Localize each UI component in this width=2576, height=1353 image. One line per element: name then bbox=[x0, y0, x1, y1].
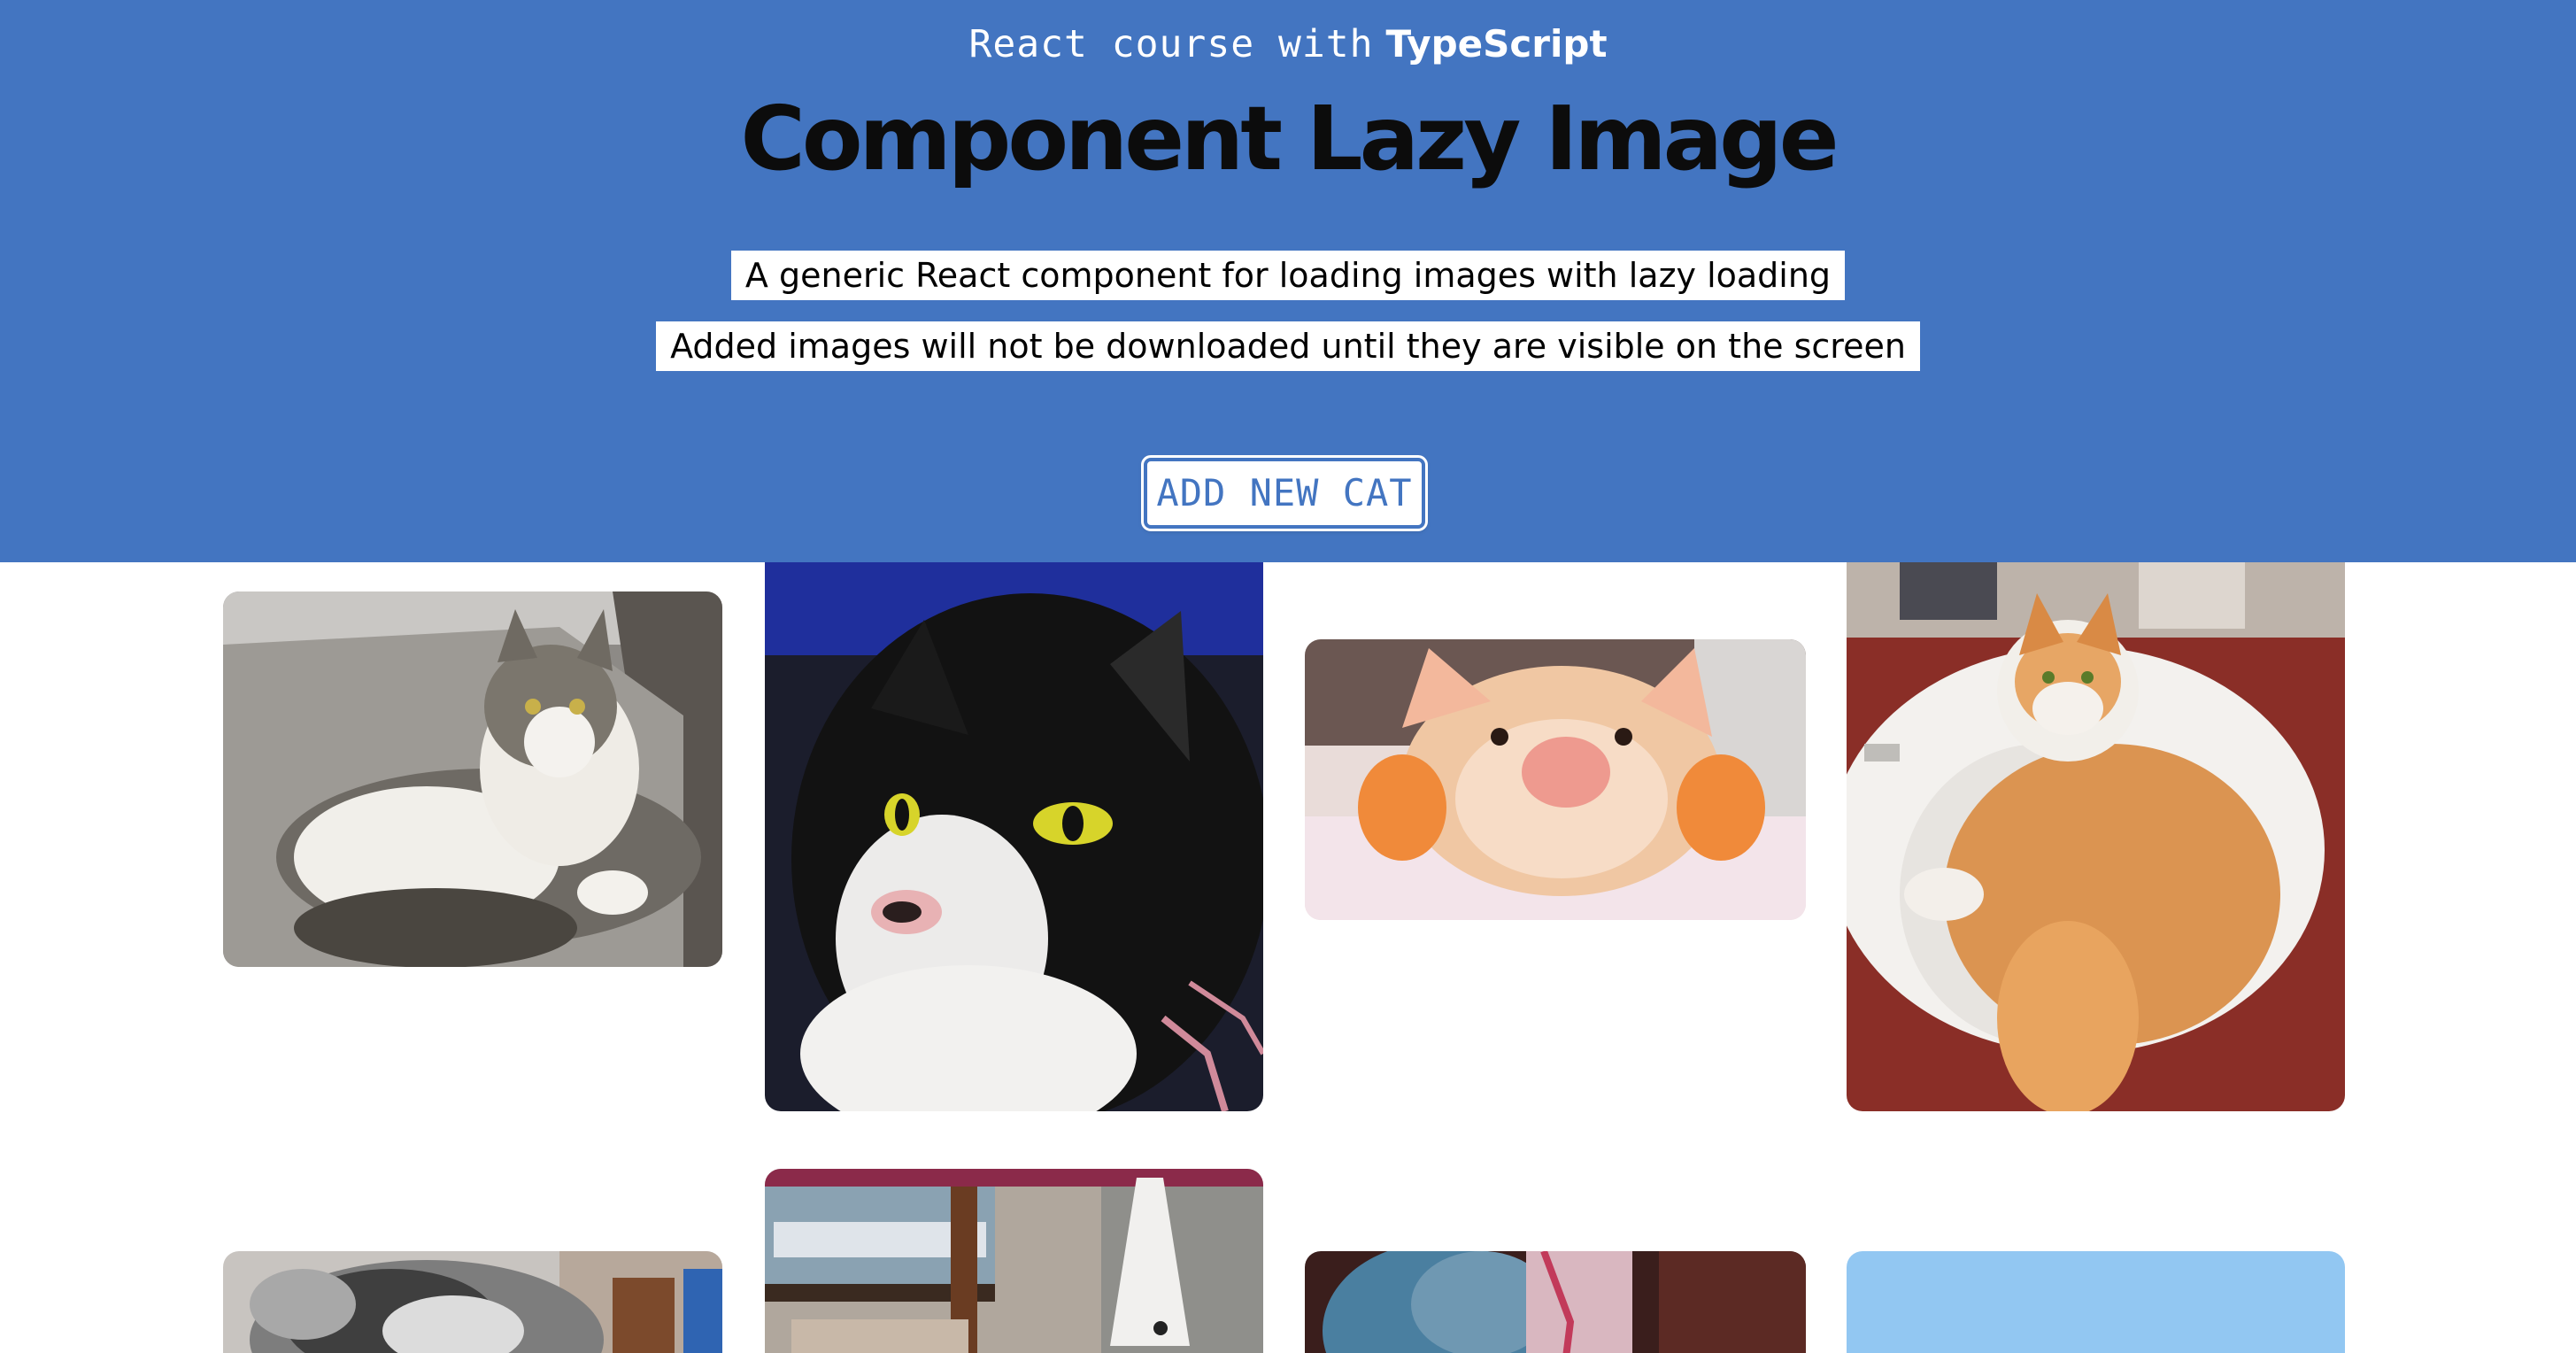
cat-image-card bbox=[765, 1169, 1263, 1353]
cat-image-placeholder bbox=[1847, 1251, 2345, 1353]
cat-image bbox=[1305, 639, 1806, 920]
cat-image-card bbox=[765, 558, 1263, 1111]
cat-image-card bbox=[223, 591, 722, 967]
header: React course with TypeScript Component La… bbox=[0, 0, 2576, 562]
page: React course with TypeScript Component La… bbox=[0, 0, 2576, 1353]
cat-image bbox=[765, 558, 1263, 1111]
cat-image bbox=[1847, 558, 2345, 1111]
description-line-2: Added images will not be downloaded unti… bbox=[0, 321, 2576, 371]
description-text: A generic React component for loading im… bbox=[730, 251, 1846, 300]
course-subtitle-prefix: React course with bbox=[968, 22, 1374, 66]
add-new-cat-button[interactable]: ADD NEW CAT bbox=[1141, 455, 1428, 531]
cat-image bbox=[223, 591, 722, 967]
cat-image-card bbox=[1305, 1251, 1806, 1353]
cat-image-card bbox=[1847, 558, 2345, 1111]
page-title: Component Lazy Image bbox=[740, 87, 1839, 190]
course-subtitle-brand: TypeScript bbox=[1385, 22, 1608, 66]
cat-image bbox=[1305, 1251, 1806, 1353]
cat-image-card bbox=[223, 1251, 722, 1353]
description-line-1: A generic React component for loading im… bbox=[0, 251, 2576, 300]
cat-image bbox=[223, 1251, 722, 1353]
description-text: Added images will not be downloaded unti… bbox=[656, 321, 1920, 371]
cat-image-card bbox=[1305, 639, 1806, 920]
course-subtitle: React course with TypeScript bbox=[0, 21, 2576, 66]
cat-image bbox=[765, 1169, 1263, 1353]
